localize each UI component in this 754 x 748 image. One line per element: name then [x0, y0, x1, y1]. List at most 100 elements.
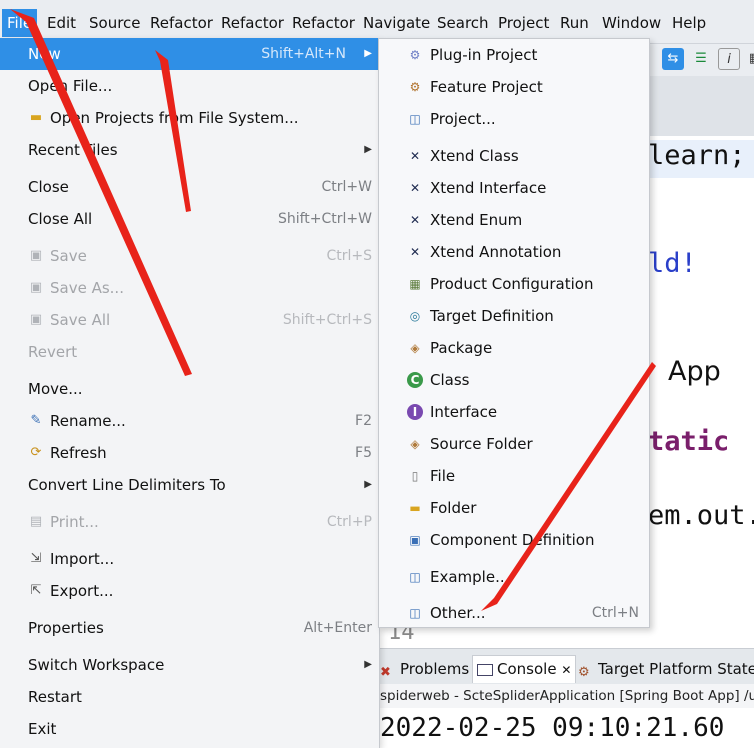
menu-refactor-3[interactable]: Refactor [287, 9, 360, 37]
file-menu-move[interactable]: Move... [0, 373, 380, 405]
menu-search[interactable]: Search [432, 9, 494, 37]
file-menu-close[interactable]: Close Ctrl+W [0, 171, 380, 203]
file-menu-refresh[interactable]: ⟳ Refresh F5 [0, 437, 380, 469]
menu-item-label: Class [430, 371, 470, 389]
target-definition-icon: ◎ [409, 309, 421, 323]
menu-item-shortcut: F2 [355, 413, 372, 429]
menu-item-label: Recent Files [28, 141, 118, 159]
print-icon: ▤ [29, 514, 43, 529]
editor-toolbar: ⇆ ☰ i ▦ [648, 44, 754, 76]
new-package[interactable]: ◈ Package [379, 332, 649, 364]
new-interface[interactable]: I Interface [379, 396, 649, 428]
new-other[interactable]: ◫ Other... Ctrl+N [379, 597, 649, 629]
save-icon: ▣ [29, 248, 43, 263]
menu-item-label: Target Definition [430, 307, 554, 325]
file-menu-open-projects[interactable]: ▬ Open Projects from File System... [0, 102, 380, 134]
menu-item-label: Package [430, 339, 493, 357]
menu-item-shortcut: Ctrl+P [326, 514, 372, 530]
export-icon: ⇱ [30, 583, 42, 598]
feature-project-icon: ⚙ [409, 80, 421, 94]
menu-item-label: Switch Workspace [28, 656, 165, 674]
new-product-configuration[interactable]: ▦ Product Configuration [379, 268, 649, 300]
menu-item-label: Close All [28, 210, 93, 228]
file-menu-new[interactable]: New Shift+Alt+N ▶ [0, 38, 380, 70]
menu-help[interactable]: Help [667, 9, 711, 37]
class-icon: C [407, 372, 423, 388]
new-example[interactable]: ◫ Example... [379, 561, 649, 593]
problems-icon: ✖ [380, 665, 391, 680]
tab-problems[interactable]: ✖ Problems [380, 657, 469, 681]
code-learn: learn; [648, 140, 746, 171]
menu-item-label: Component Definition [430, 531, 595, 549]
list-icon[interactable]: ☰ [690, 48, 712, 70]
file-icon: ▯ [411, 469, 419, 483]
new-xtend-interface[interactable]: ✕ Xtend Interface [379, 172, 649, 204]
menu-refactor-2[interactable]: Refactor [216, 9, 289, 37]
menu-item-shortcut: Shift+Alt+N [261, 46, 346, 62]
save-as-icon: ▣ [29, 280, 43, 295]
file-menu-import[interactable]: ⇲ Import... [0, 543, 380, 575]
menu-item-label: Import... [50, 550, 115, 568]
new-folder[interactable]: ▬ Folder [379, 492, 649, 524]
sync-icon[interactable]: ⇆ [662, 48, 684, 70]
xtend-icon: ✕ [409, 213, 421, 227]
new-feature-project[interactable]: ⚙ Feature Project [379, 71, 649, 103]
new-component-definition[interactable]: ▣ Component Definition [379, 524, 649, 556]
menu-refactor-1[interactable]: Refactor [145, 9, 218, 37]
menu-project[interactable]: Project [493, 9, 554, 37]
new-file[interactable]: ▯ File [379, 460, 649, 492]
menu-item-label: Source Folder [430, 435, 533, 453]
menu-edit[interactable]: Edit [42, 9, 81, 37]
new-class[interactable]: C Class [379, 364, 649, 396]
menu-item-label: Revert [28, 343, 78, 361]
menu-item-label: Exit [28, 720, 57, 738]
menu-item-label: Move... [28, 380, 83, 398]
tab-target-platform-state[interactable]: ⚙ Target Platform State [578, 657, 754, 681]
bottom-panel-tabs: ✖ Problems Console ✕ ⚙ Target Platform Sta… [380, 648, 754, 684]
code-out-field: out [696, 500, 746, 531]
new-xtend-class[interactable]: ✕ Xtend Class [379, 140, 649, 172]
editor-tab-strip [648, 76, 754, 136]
submenu-arrow-icon: ▶ [364, 479, 372, 490]
menu-run[interactable]: Run [555, 9, 594, 37]
menu-item-label: Folder [430, 499, 477, 517]
rename-icon: ✎ [30, 413, 42, 428]
new-project[interactable]: ◫ Project... [379, 103, 649, 135]
tab-console[interactable]: Console ✕ [472, 655, 577, 683]
menu-item-label: Rename... [50, 412, 126, 430]
menu-navigate[interactable]: Navigate [358, 9, 435, 37]
file-menu-convert-line-delimiters[interactable]: Convert Line Delimiters To ▶ [0, 469, 380, 501]
new-xtend-enum[interactable]: ✕ Xtend Enum [379, 204, 649, 236]
menu-item-label: Properties [28, 619, 104, 637]
grid-icon[interactable]: ▦ [744, 48, 754, 70]
file-menu-switch-workspace[interactable]: Switch Workspace ▶ [0, 649, 380, 681]
menu-source[interactable]: Source [84, 9, 146, 37]
menu-file[interactable]: File [2, 9, 38, 37]
file-menu-recent-files[interactable]: Recent Files ▶ [0, 134, 380, 166]
menu-window[interactable]: Window [597, 9, 666, 37]
new-source-folder[interactable]: ◈ Source Folder [379, 428, 649, 460]
file-menu-restart[interactable]: Restart [0, 681, 380, 713]
menu-item-shortcut: Alt+Enter [303, 620, 372, 636]
interface-icon: I [407, 404, 423, 420]
new-plugin-project[interactable]: ⚙ Plug-in Project [379, 39, 649, 71]
menu-item-label: Export... [50, 582, 114, 600]
menu-item-label: Print... [50, 513, 99, 531]
file-menu-export[interactable]: ⇱ Export... [0, 575, 380, 607]
file-menu-properties[interactable]: Properties Alt+Enter [0, 612, 380, 644]
file-menu-rename[interactable]: ✎ Rename... F2 [0, 405, 380, 437]
package-icon: ◈ [410, 341, 420, 355]
menu-item-label: Restart [28, 688, 82, 706]
submenu-arrow-icon: ▶ [364, 144, 372, 155]
file-menu-open-file[interactable]: Open File... [0, 70, 380, 102]
menu-item-shortcut: Shift+Ctrl+W [277, 211, 372, 227]
new-target-definition[interactable]: ◎ Target Definition [379, 300, 649, 332]
menu-item-label: Xtend Class [430, 147, 519, 165]
info-icon[interactable]: i [718, 48, 740, 70]
file-menu-close-all[interactable]: Close All Shift+Ctrl+W [0, 203, 380, 235]
close-icon[interactable]: ✕ [561, 663, 571, 677]
menu-item-shortcut: Shift+Ctrl+S [282, 312, 372, 328]
new-xtend-annotation[interactable]: ✕ Xtend Annotation [379, 236, 649, 268]
xtend-icon: ✕ [409, 149, 421, 163]
file-menu-exit[interactable]: Exit [0, 713, 380, 745]
